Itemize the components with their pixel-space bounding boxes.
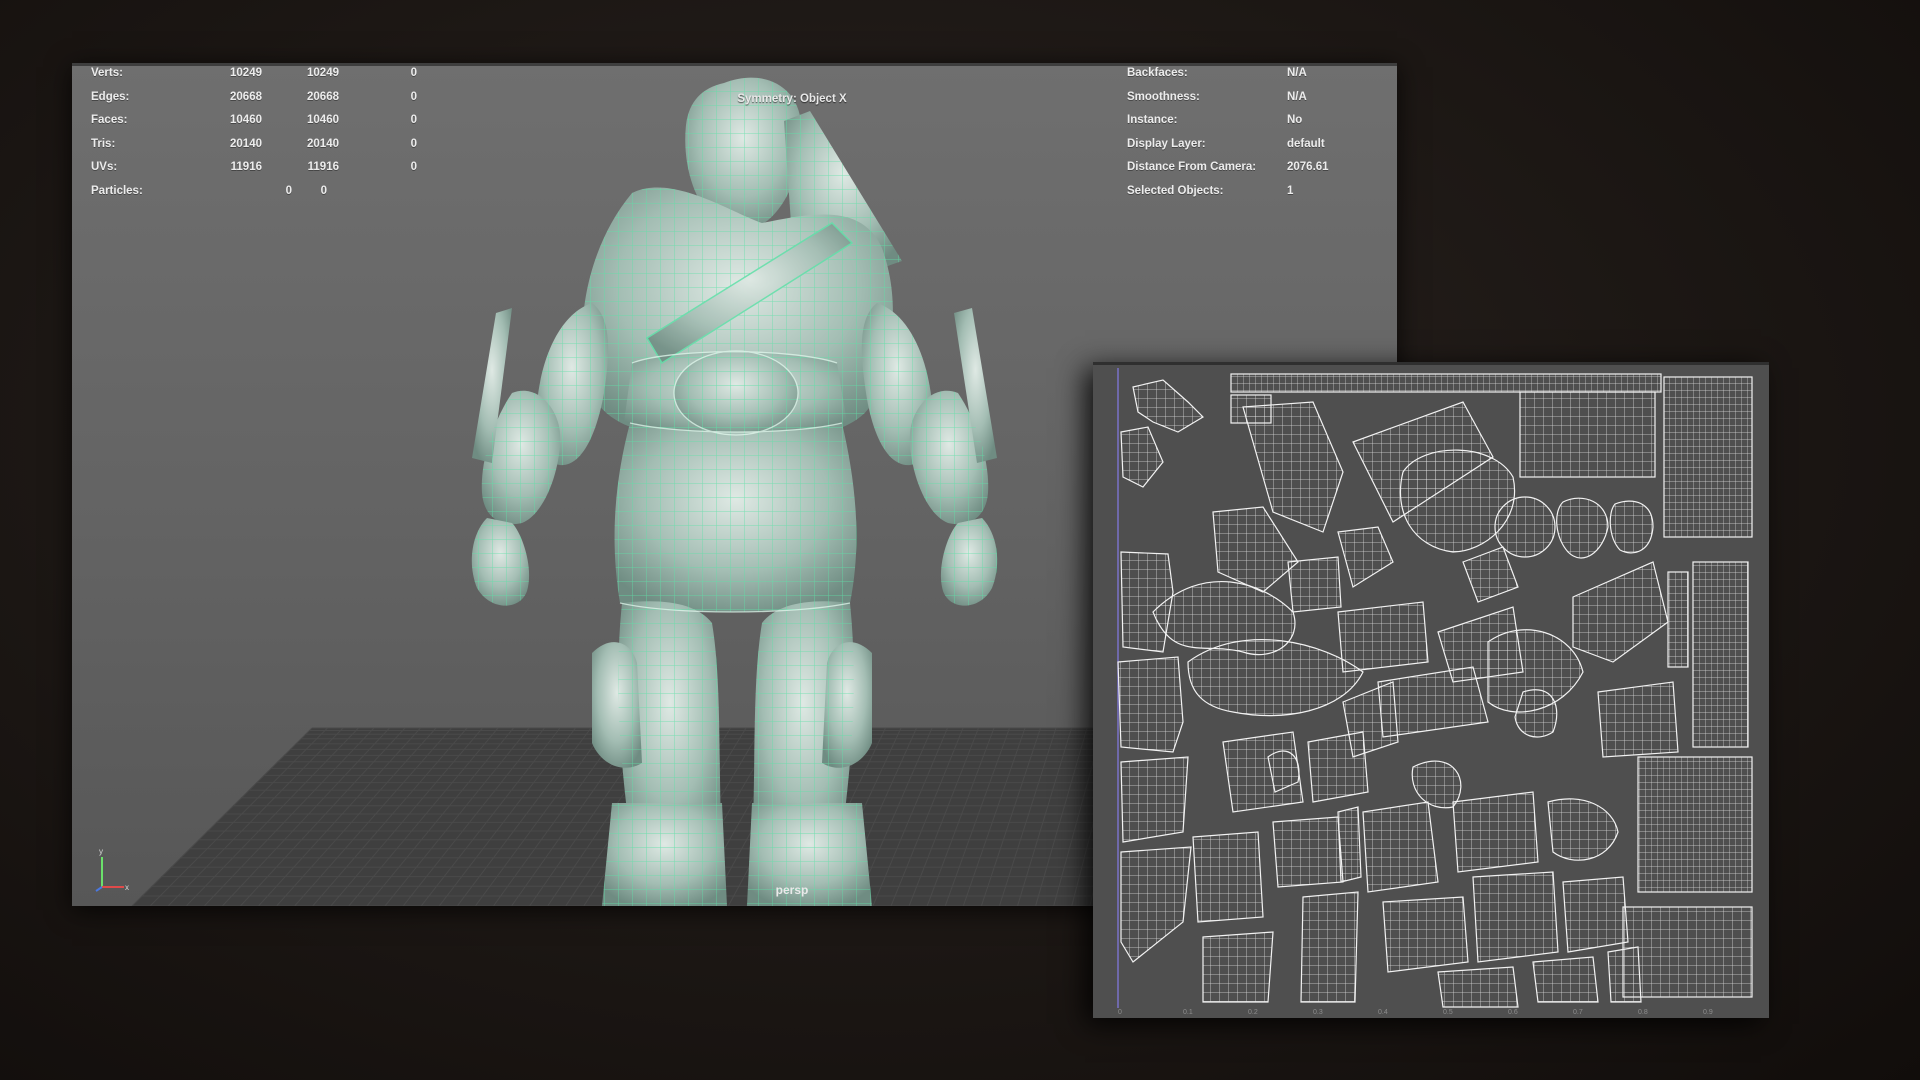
info-label: Backfaces:: [1127, 67, 1188, 79]
uv-shell[interactable]: [1187, 639, 1364, 717]
uv-shell[interactable]: [1622, 906, 1753, 998]
axis-gizmo-icon: y x: [95, 847, 129, 892]
uv-shell[interactable]: [1202, 931, 1274, 1003]
info-row: Distance From Camera: 2076.61: [72, 161, 1397, 179]
info-value: No: [1287, 114, 1303, 126]
uv-shell[interactable]: [1667, 571, 1689, 668]
uv-shell[interactable]: [1287, 556, 1342, 613]
info-label: Selected Objects:: [1127, 184, 1224, 197]
uv-shell[interactable]: [1117, 656, 1184, 753]
uv-shells: [1117, 373, 1753, 1008]
uv-shell[interactable]: [1342, 681, 1399, 758]
uv-shell[interactable]: [1120, 756, 1189, 843]
uv-shell[interactable]: [1120, 426, 1164, 488]
uv-shell[interactable]: [1300, 891, 1359, 1003]
uv-tick-label: 0.8: [1638, 1009, 1648, 1016]
symmetry-label: Symmetry: Object X: [737, 93, 847, 105]
uv-shell[interactable]: [1532, 956, 1599, 1003]
uv-shell[interactable]: [1382, 896, 1469, 973]
uv-shell[interactable]: [1607, 946, 1642, 1003]
info-row: Selected Objects: 1: [72, 185, 1397, 203]
info-value: 2076.61: [1287, 161, 1329, 173]
uv-tick-labels: 0 0.1 0.2 0.3 0.4 0.5 0.6 0.7 0.8 0.9: [1093, 1008, 1769, 1018]
info-row: Instance: No: [72, 114, 1397, 132]
uv-layout[interactable]: [1093, 362, 1769, 1018]
uv-shell[interactable]: [1472, 871, 1559, 963]
info-value: 1: [1287, 184, 1294, 197]
svg-text:x: x: [125, 883, 129, 892]
uv-shell[interactable]: [1556, 497, 1609, 559]
uv-shell[interactable]: [1272, 816, 1344, 888]
uv-shell[interactable]: [1437, 966, 1519, 1008]
uv-shell[interactable]: [1514, 689, 1558, 738]
uv-shell[interactable]: [1547, 798, 1619, 861]
svg-text:y: y: [99, 847, 103, 856]
info-label: Display Layer:: [1127, 137, 1206, 150]
uv-tick-label: 0.5: [1443, 1009, 1453, 1016]
uv-tick-label: 0.1: [1183, 1009, 1193, 1016]
uv-shell[interactable]: [1519, 391, 1656, 478]
info-row: Display Layer: default: [72, 138, 1397, 156]
uv-shell[interactable]: [1192, 831, 1264, 923]
uv-shell[interactable]: [1572, 561, 1669, 663]
uv-shell[interactable]: [1411, 760, 1462, 809]
uv-shell[interactable]: [1692, 561, 1749, 748]
uv-tick-label: 0.4: [1378, 1009, 1388, 1016]
uv-shell[interactable]: [1337, 526, 1394, 588]
uv-shell[interactable]: [1362, 801, 1439, 893]
uv-shell[interactable]: [1132, 379, 1204, 433]
info-value: N/A: [1287, 90, 1307, 103]
info-row: Backfaces: N/A: [72, 67, 1397, 85]
uv-tick-label: 0.9: [1703, 1009, 1713, 1016]
uv-shell[interactable]: [1337, 806, 1362, 883]
uv-editor-panel[interactable]: 0 0.1 0.2 0.3 0.4 0.5 0.6 0.7 0.8 0.9: [1093, 362, 1769, 1018]
uv-tick-label: 0.2: [1248, 1009, 1258, 1016]
uv-shell[interactable]: [1462, 546, 1519, 603]
uv-tick-label: 0.7: [1573, 1009, 1583, 1016]
uv-shell[interactable]: [1609, 500, 1654, 554]
info-value: default: [1287, 137, 1325, 150]
uv-tick-label: 0.6: [1508, 1009, 1518, 1016]
uv-shell[interactable]: [1452, 791, 1539, 873]
info-label: Distance From Camera:: [1127, 161, 1257, 173]
uv-shell[interactable]: [1212, 506, 1299, 593]
uv-shell[interactable]: [1337, 601, 1429, 673]
info-label: Instance:: [1127, 114, 1178, 126]
uv-tick-label: 0.3: [1313, 1009, 1323, 1016]
uv-shell[interactable]: [1120, 846, 1192, 963]
info-label: Smoothness:: [1127, 90, 1200, 103]
uv-tick-label: 0: [1118, 1009, 1122, 1016]
uv-shell[interactable]: [1230, 373, 1662, 393]
uv-shell[interactable]: [1637, 756, 1753, 893]
camera-name-label: persp: [775, 883, 809, 897]
uv-shell[interactable]: [1562, 876, 1629, 953]
info-value: N/A: [1287, 67, 1307, 79]
uv-shell[interactable]: [1663, 376, 1753, 538]
uv-shell[interactable]: [1597, 681, 1679, 758]
